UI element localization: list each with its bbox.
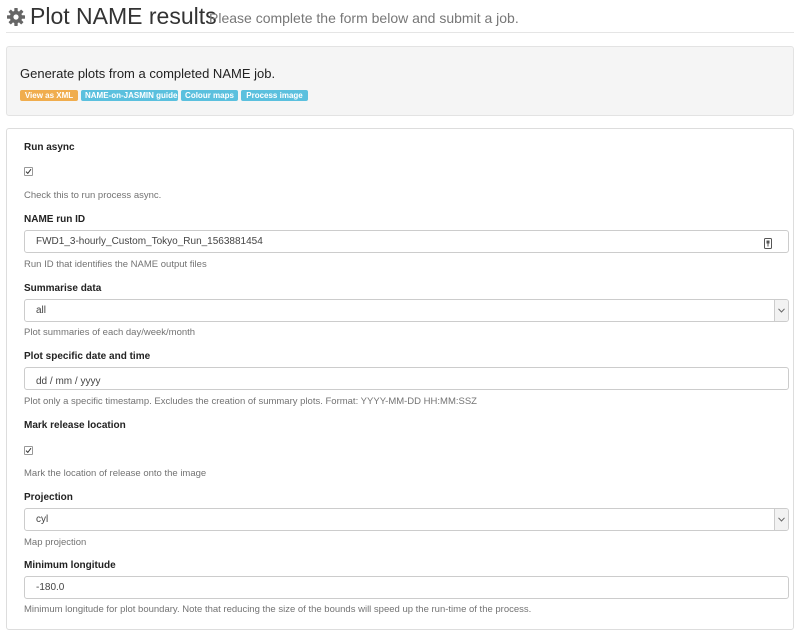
view-as-xml-link[interactable]: View as XML	[20, 90, 78, 101]
summarise-help: Plot summaries of each day/week/month	[24, 327, 196, 338]
specific-date-placeholder: dd / mm / yyyy	[36, 376, 101, 387]
specific-date-help: Plot only a specific timestamp. Excludes…	[24, 396, 477, 407]
summarise-value: all	[36, 305, 47, 316]
run-id-value: FWD1_3-hourly_Custom_Tokyo_Run_156388145…	[36, 236, 263, 247]
run-id-input[interactable]: FWD1_3-hourly_Custom_Tokyo_Run_156388145…	[24, 230, 789, 253]
run-async-checkbox[interactable]	[24, 167, 33, 176]
check-icon	[25, 168, 32, 175]
form-panel: Run async Check this to run process asyn…	[6, 128, 794, 630]
run-id-label: NAME run ID	[24, 214, 86, 225]
intro-well: Generate plots from a completed NAME job…	[6, 46, 794, 116]
projection-label: Projection	[24, 492, 73, 503]
summarise-label: Summarise data	[24, 283, 102, 294]
page-subtitle: Please complete the form below and submi…	[209, 10, 519, 26]
projection-value: cyl	[36, 514, 49, 525]
run-async-help: Check this to run process async.	[24, 190, 162, 201]
min-lon-value: -180.0	[36, 582, 65, 593]
min-lon-help: Minimum longitude for plot boundary. Not…	[24, 604, 532, 615]
page-title: Plot NAME results	[30, 3, 217, 29]
name-on-jasmin-guide-link[interactable]: NAME-on-JASMIN guide	[81, 90, 178, 101]
specific-date-input[interactable]: dd / mm / yyyy	[24, 367, 789, 390]
intro-text: Generate plots from a completed NAME job…	[20, 66, 276, 81]
mark-release-label: Mark release location	[24, 420, 126, 431]
keychain-icon[interactable]	[764, 236, 772, 249]
projection-help: Map projection	[24, 537, 87, 548]
process-image-link[interactable]: Process image	[241, 90, 308, 101]
projection-select[interactable]: cyl	[24, 508, 789, 531]
check-icon	[25, 447, 32, 454]
page-header: Plot NAME results Please complete the fo…	[6, 2, 794, 33]
mark-release-help: Mark the location of release onto the im…	[24, 468, 207, 479]
chevron-down-icon[interactable]	[774, 509, 788, 530]
run-async-label: Run async	[24, 142, 75, 153]
summarise-select[interactable]: all	[24, 299, 789, 322]
specific-date-label: Plot specific date and time	[24, 351, 151, 362]
mark-release-checkbox[interactable]	[24, 446, 33, 455]
colour-maps-link[interactable]: Colour maps	[181, 90, 238, 101]
min-lon-input[interactable]: -180.0	[24, 576, 789, 599]
min-lon-label: Minimum longitude	[24, 560, 116, 571]
gear-icon	[6, 7, 26, 27]
chevron-down-icon[interactable]	[774, 300, 788, 321]
run-id-help: Run ID that identifies the NAME output f…	[24, 259, 207, 270]
